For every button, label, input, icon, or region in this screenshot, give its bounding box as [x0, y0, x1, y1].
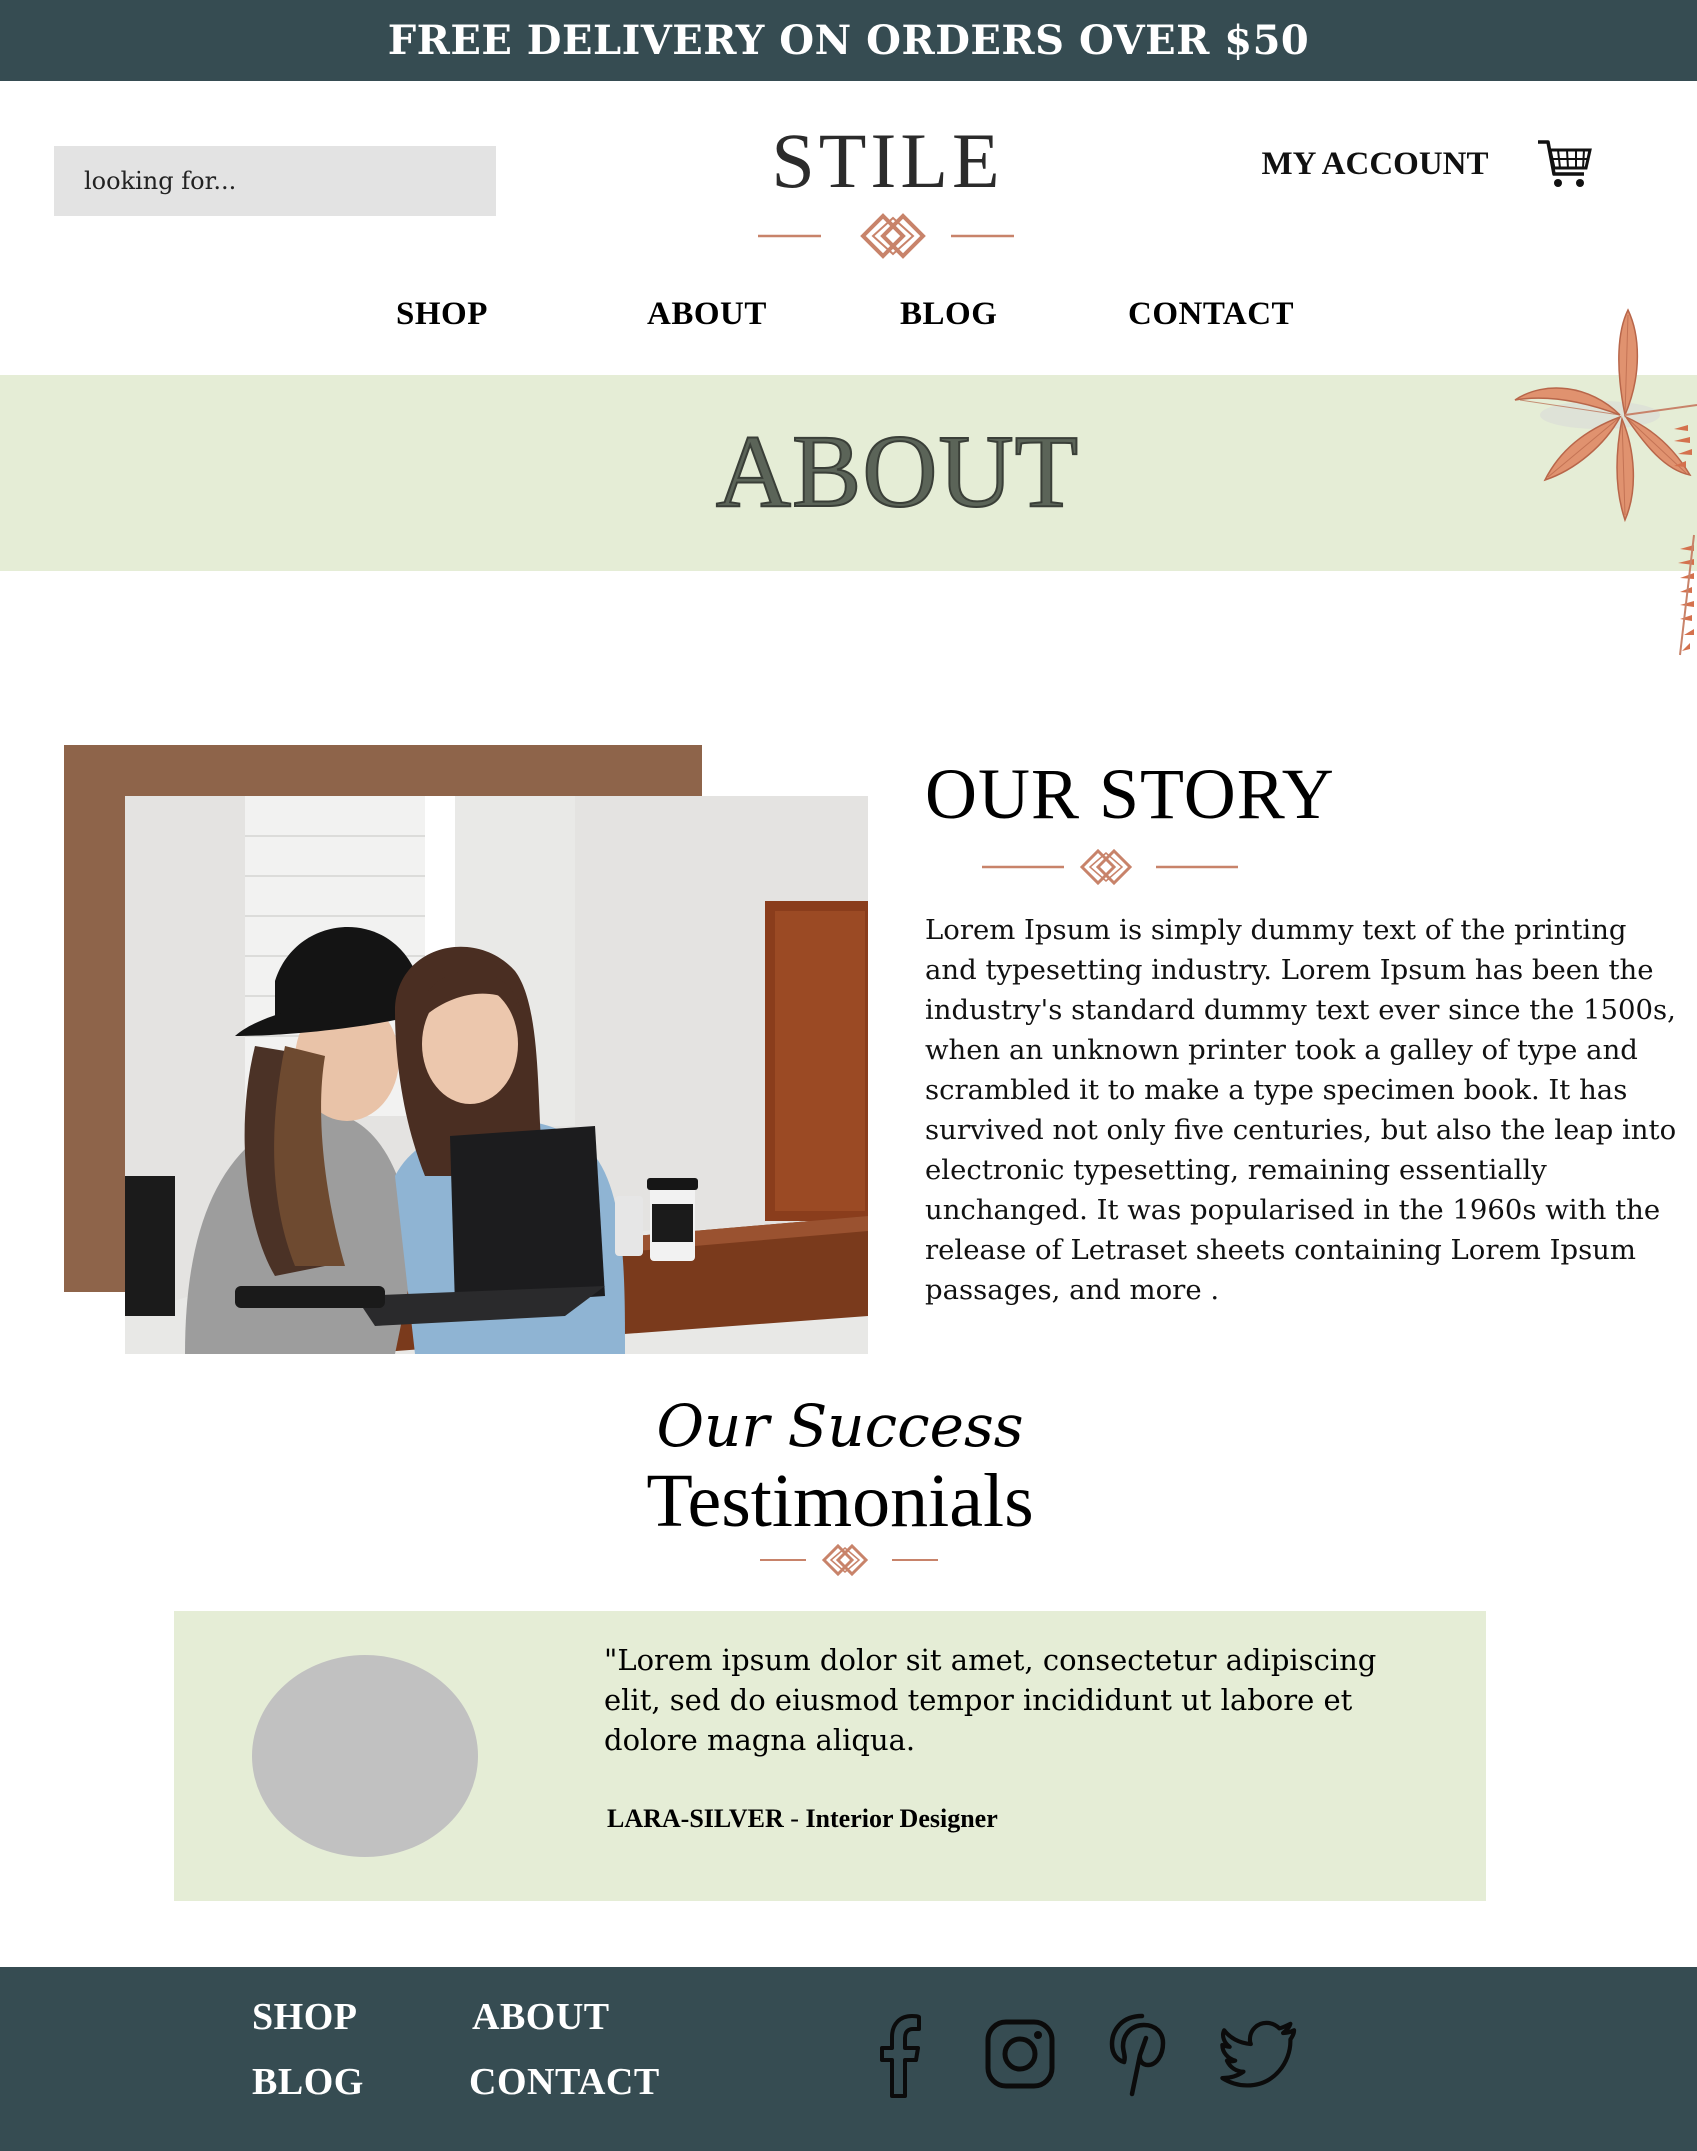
logo-ornament-icon	[758, 213, 1014, 259]
nav-shop[interactable]: SHOP	[396, 296, 488, 333]
shopping-cart-icon[interactable]	[1536, 136, 1594, 196]
author-name: LARA-SILVER	[607, 1804, 784, 1833]
site-logo[interactable]: STILE	[700, 116, 1075, 206]
twitter-icon[interactable]	[1220, 2010, 1300, 2100]
nav-about[interactable]: ABOUT	[647, 296, 767, 333]
story-body: Lorem Ipsum is simply dummy text of the …	[925, 914, 1677, 1306]
testimonial-author: LARA-SILVER - Interior Designer	[607, 1804, 998, 1834]
nav-contact[interactable]: CONTACT	[1128, 296, 1294, 333]
nav-blog[interactable]: BLOG	[900, 296, 997, 333]
footer: SHOP ABOUT BLOG CONTACT	[0, 1967, 1697, 2151]
testimonials-script-heading: Our Success	[656, 1392, 1024, 1460]
my-account-link[interactable]: MY ACCOUNT	[1255, 146, 1495, 183]
section-ornament-icon	[982, 848, 1238, 886]
facebook-icon[interactable]	[862, 2010, 942, 2100]
testimonials-ornament-icon	[760, 1543, 938, 1577]
testimonials-title: Testimonials	[646, 1459, 1034, 1543]
footer-link-shop[interactable]: SHOP	[252, 1995, 357, 2039]
pinterest-icon[interactable]	[1102, 2010, 1182, 2100]
testimonial-quote: "Lorem ipsum dolor sit amet, consectetur…	[604, 1643, 1377, 1757]
author-role: Interior Designer	[805, 1804, 998, 1833]
search-input[interactable]	[54, 146, 496, 216]
instagram-icon[interactable]	[980, 2010, 1060, 2100]
story-title: OUR STORY	[925, 754, 1335, 834]
promo-text: FREE DELIVERY ON ORDERS OVER $50	[387, 17, 1310, 64]
footer-link-contact[interactable]: CONTACT	[469, 2060, 660, 2104]
footer-link-blog[interactable]: BLOG	[252, 2060, 364, 2104]
leaf-decoration-icon	[1514, 308, 1697, 656]
page-title: ABOUT	[715, 413, 1080, 530]
author-separator: -	[783, 1804, 806, 1833]
promo-banner: FREE DELIVERY ON ORDERS OVER $50	[0, 0, 1697, 81]
avatar	[252, 1655, 478, 1857]
story-photo	[125, 796, 868, 1354]
footer-link-about[interactable]: ABOUT	[472, 1995, 610, 2039]
